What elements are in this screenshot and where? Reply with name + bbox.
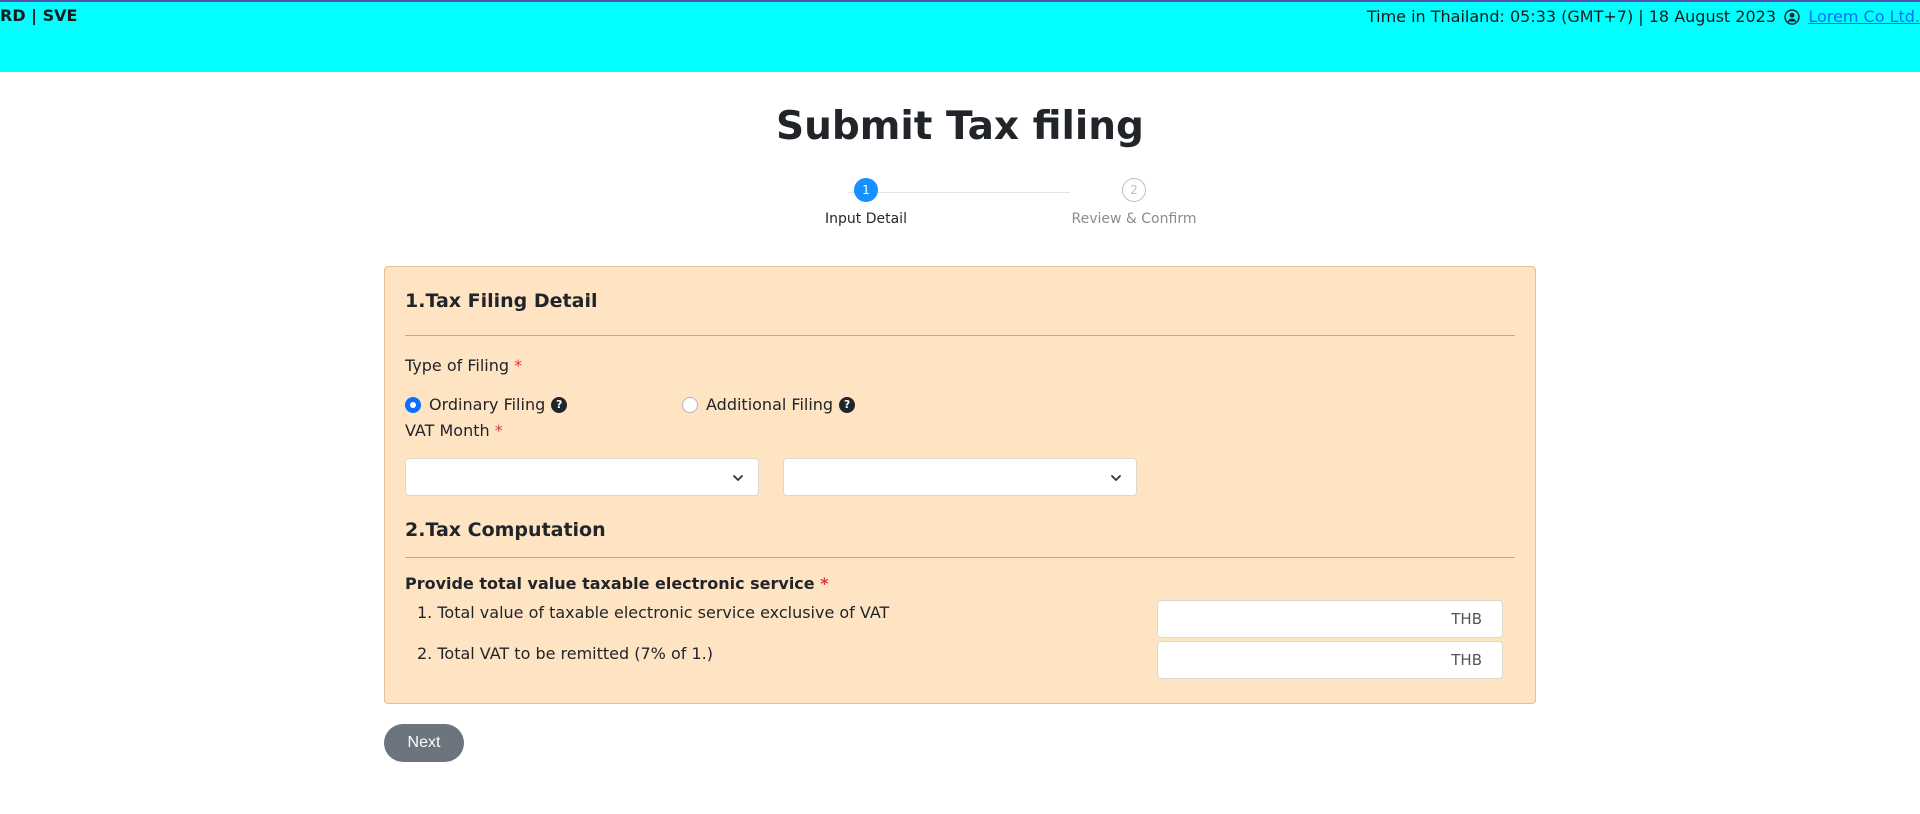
- user-account-link[interactable]: Lorem Co Ltd.: [1808, 7, 1920, 26]
- chevron-down-icon: [1111, 475, 1121, 481]
- section-title-tax-filing-detail: 1.Tax Filing Detail: [405, 290, 598, 312]
- step-review-confirm: 2 Review & Confirm: [1044, 178, 1224, 227]
- currency-unit: THB: [1451, 610, 1482, 628]
- provide-total-value-text: Provide total value taxable electronic s…: [405, 574, 815, 593]
- step-number-badge: 2: [1122, 178, 1146, 202]
- provide-total-value-label: Provide total value taxable electronic s…: [405, 574, 829, 593]
- currency-unit: THB: [1451, 651, 1482, 669]
- computation-item-label: 2. Total VAT to be remitted (7% of 1.): [417, 644, 713, 663]
- user-account-area: Lorem Co Ltd.: [1784, 7, 1920, 26]
- chevron-down-icon: [733, 475, 743, 481]
- vat-month-text: VAT Month: [405, 421, 490, 440]
- ordinary-filing-label: Ordinary Filing: [429, 395, 546, 414]
- thailand-time-info: Time in Thailand: 05:33 (GMT+7) | 18 Aug…: [1366, 7, 1776, 26]
- section-divider: [405, 335, 1515, 336]
- section-divider: [405, 557, 1515, 558]
- top-header-bar: RD | SVE Time in Thailand: 05:33 (GMT+7)…: [0, 0, 1920, 72]
- step-number-badge: 1: [854, 178, 878, 202]
- help-icon[interactable]: ?: [839, 396, 856, 413]
- brand-label: RD | SVE: [0, 6, 78, 25]
- additional-filing-radio[interactable]: [682, 396, 698, 413]
- section-title-tax-computation: 2.Tax Computation: [405, 519, 606, 541]
- progress-stepper: 1 Input Detail 2 Review & Confirm: [770, 178, 1196, 238]
- vat-month-select[interactable]: [405, 458, 759, 496]
- vat-remitted-input[interactable]: THB: [1157, 641, 1503, 679]
- ordinary-filing-option[interactable]: Ordinary Filing ?: [405, 395, 568, 414]
- help-icon[interactable]: ?: [551, 396, 568, 413]
- step-input-detail: 1 Input Detail: [776, 178, 956, 227]
- step-label: Input Detail: [825, 211, 907, 227]
- computation-item-label: 1. Total value of taxable electronic ser…: [417, 603, 890, 622]
- vat-month-label: VAT Month *: [405, 421, 503, 440]
- step-label: Review & Confirm: [1071, 211, 1197, 227]
- vat-year-select[interactable]: [783, 458, 1137, 496]
- required-mark: *: [514, 356, 523, 375]
- type-of-filing-text: Type of Filing: [405, 356, 510, 375]
- required-mark: *: [494, 421, 503, 440]
- ordinary-filing-radio[interactable]: [405, 396, 421, 413]
- required-mark: *: [820, 574, 829, 593]
- additional-filing-label: Additional Filing: [706, 395, 834, 414]
- type-of-filing-label: Type of Filing *: [405, 356, 522, 375]
- user-circle-icon: [1784, 8, 1801, 25]
- taxable-value-input[interactable]: THB: [1157, 600, 1503, 638]
- page-title: Submit Tax filing: [776, 104, 1144, 149]
- tax-filing-form-card: 1.Tax Filing Detail Type of Filing * Ord…: [384, 266, 1536, 704]
- additional-filing-option[interactable]: Additional Filing ?: [682, 395, 856, 414]
- next-button[interactable]: Next: [384, 724, 464, 762]
